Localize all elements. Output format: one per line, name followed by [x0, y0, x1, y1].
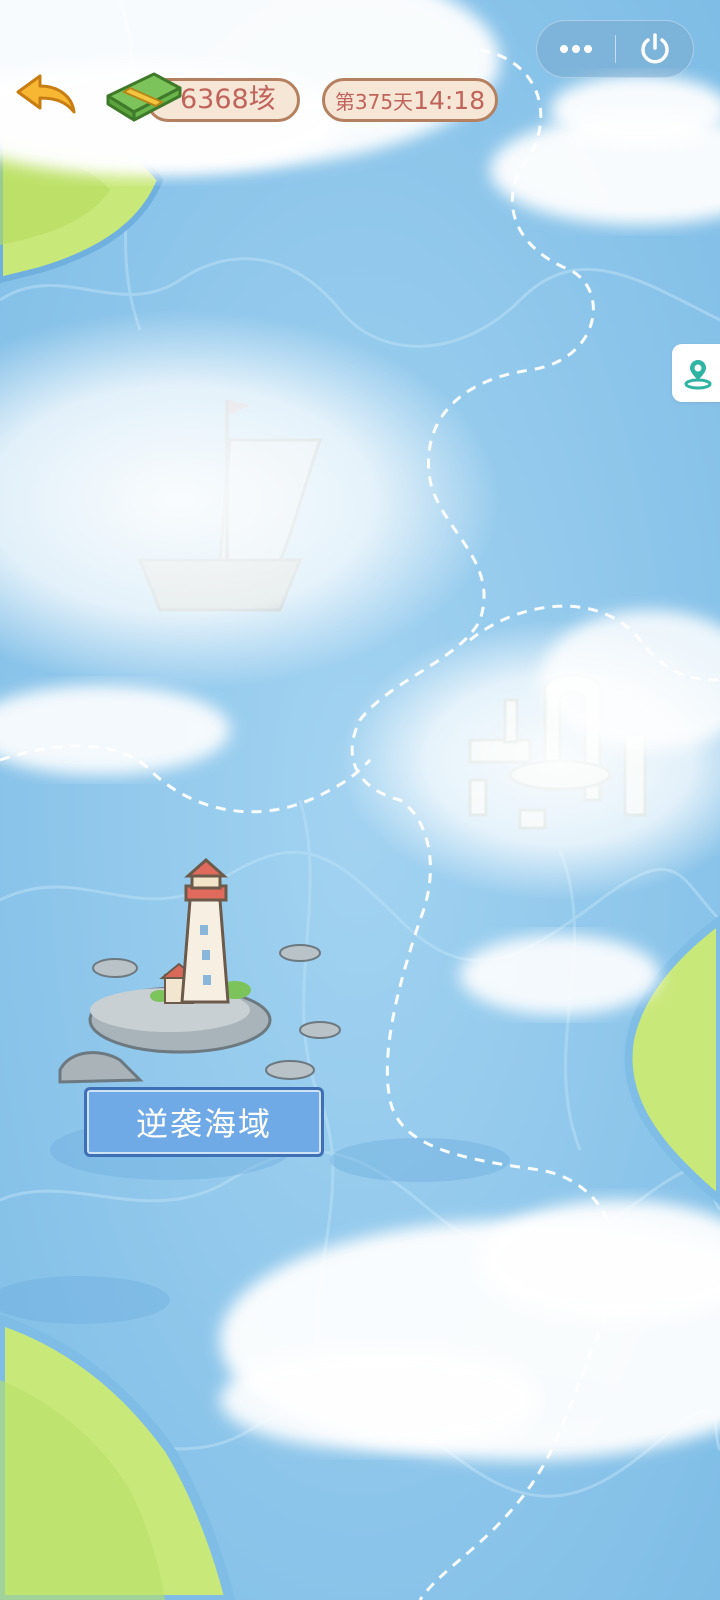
cash-stack-icon	[104, 66, 184, 126]
back-button[interactable]	[12, 66, 80, 126]
back-arrow-icon	[16, 74, 76, 114]
ship-hotspot[interactable]	[120, 380, 340, 620]
ruins-hotspot[interactable]	[455, 670, 685, 840]
more-dots-icon	[560, 45, 592, 53]
game-clock: 14:18	[413, 85, 486, 115]
currency-value: 6368	[180, 84, 249, 115]
location-name: 逆袭海域	[135, 1105, 272, 1143]
currency-unit: 垓	[248, 84, 276, 115]
exit-button[interactable]	[616, 21, 694, 77]
game-map-screen: 6368垓 第375天 14:18 逆袭海域	[0, 0, 720, 1600]
day-clock-pill: 第375天 14:18	[322, 78, 498, 122]
location-label-button[interactable]: 逆袭海域	[84, 1087, 324, 1157]
mini-program-capsule	[536, 20, 694, 78]
lighthouse-hotspot[interactable]	[55, 855, 345, 1080]
map-pin-icon	[684, 360, 712, 390]
power-icon	[641, 33, 669, 64]
day-counter: 第375天	[334, 89, 414, 114]
side-location-button[interactable]	[672, 344, 720, 402]
more-button[interactable]	[537, 21, 615, 77]
currency-amount: 6368垓	[180, 80, 276, 120]
